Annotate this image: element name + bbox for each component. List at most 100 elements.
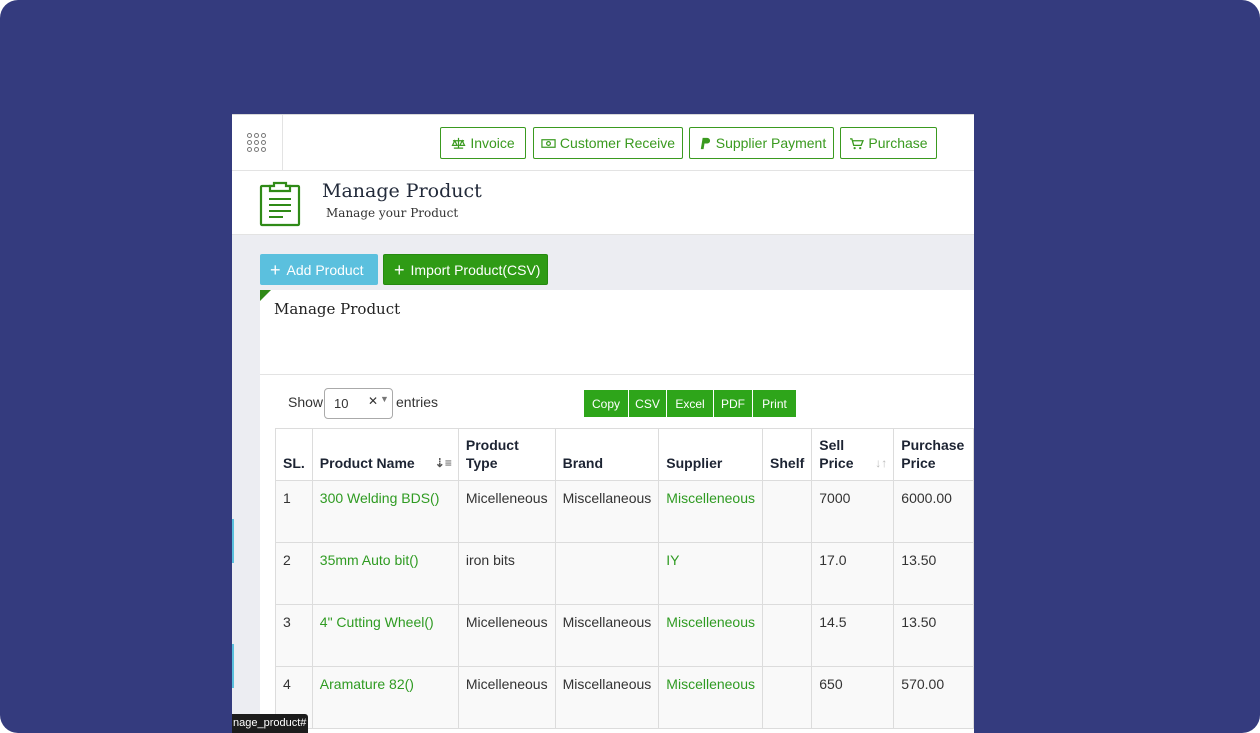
top-navbar: Invoice Customer Receive Supplier Paymen… bbox=[232, 114, 974, 171]
cell-shelf bbox=[762, 480, 813, 543]
col-product-type-label-2: Type bbox=[465, 455, 498, 471]
cell-brand: Miscellaneous bbox=[554, 666, 660, 729]
cell-purchase-price: 6000.00 bbox=[893, 480, 974, 543]
entries-label: entries bbox=[396, 394, 439, 410]
paypal-icon bbox=[700, 137, 710, 149]
col-product-name[interactable]: Product Name ⇣≡ bbox=[311, 428, 459, 481]
cell-shelf bbox=[762, 542, 813, 605]
cart-icon bbox=[850, 137, 865, 149]
table-row: 1 300 Welding BDS() Micelleneous Miscell… bbox=[275, 480, 974, 543]
sort-asc-icon: ⇣≡ bbox=[434, 456, 452, 470]
plus-icon: + bbox=[270, 259, 281, 280]
money-bill-icon bbox=[541, 138, 556, 148]
table-row: 2 35mm Auto bit() iron bits IY 17.0 13.5… bbox=[275, 542, 974, 605]
entries-value: 10 bbox=[334, 396, 349, 411]
manage-product-panel: Manage Product Show 10 ✕ ▼ entries Copy … bbox=[260, 290, 974, 733]
grid-dots-icon bbox=[247, 133, 266, 152]
cell-product-name-link[interactable]: 35mm Auto bit() bbox=[311, 542, 459, 605]
table-row: 3 4" Cutting Wheel() Micelleneous Miscel… bbox=[275, 604, 974, 667]
show-label: Show bbox=[288, 394, 324, 410]
cell-product-type: Micelleneous bbox=[457, 666, 556, 729]
cell-purchase-price: 13.50 bbox=[893, 604, 974, 667]
col-sell-price-label-2: Price bbox=[819, 455, 854, 471]
col-sell-price[interactable]: Sell Price ↓↑ bbox=[811, 428, 895, 481]
cell-supplier-link[interactable]: Miscelleneous bbox=[658, 480, 764, 543]
purchase-label: Purchase bbox=[868, 135, 928, 151]
col-supplier[interactable]: Supplier bbox=[658, 428, 764, 481]
apps-menu-button[interactable] bbox=[232, 115, 283, 171]
pdf-button[interactable]: PDF bbox=[714, 390, 753, 417]
import-product-button[interactable]: + Import Product(CSV) bbox=[383, 254, 548, 285]
cell-sell-price: 650 bbox=[811, 666, 895, 729]
chevron-down-icon: ▼ bbox=[380, 394, 389, 404]
col-product-name-label: Product Name bbox=[319, 455, 415, 471]
cell-supplier-link[interactable]: IY bbox=[658, 542, 764, 605]
table-row: 4 Aramature 82() Micelleneous Miscellane… bbox=[275, 666, 974, 729]
cell-purchase-price: 570.00 bbox=[893, 666, 974, 729]
import-product-label: Import Product(CSV) bbox=[410, 261, 541, 278]
background-frame: Invoice Customer Receive Supplier Paymen… bbox=[0, 0, 1260, 733]
col-purchase-price-label-2: Price bbox=[901, 455, 936, 471]
entries-select[interactable]: 10 ✕ ▼ bbox=[324, 388, 393, 419]
page-header: Manage Product Manage your Product bbox=[232, 171, 974, 235]
copy-button[interactable]: Copy bbox=[584, 390, 629, 417]
cell-product-type: iron bits bbox=[457, 542, 556, 605]
cell-product-type: Micelleneous bbox=[457, 604, 556, 667]
print-button[interactable]: Print bbox=[753, 390, 796, 417]
clear-icon[interactable]: ✕ bbox=[368, 394, 378, 408]
purchase-button[interactable]: Purchase bbox=[840, 127, 937, 159]
col-shelf[interactable]: Shelf bbox=[762, 428, 813, 481]
invoice-button[interactable]: Invoice bbox=[440, 127, 526, 159]
page-title: Manage Product bbox=[322, 180, 482, 202]
excel-button[interactable]: Excel bbox=[667, 390, 714, 417]
table-header-row: SL. Product Name ⇣≡ Product Type Brand Sup… bbox=[275, 428, 974, 481]
cell-brand bbox=[554, 542, 660, 605]
cell-product-type: Micelleneous bbox=[457, 480, 556, 543]
customer-receive-label: Customer Receive bbox=[559, 135, 676, 151]
cell-sell-price: 17.0 bbox=[811, 542, 895, 605]
csv-button[interactable]: CSV bbox=[629, 390, 667, 417]
supplier-payment-label: Supplier Payment bbox=[715, 135, 827, 151]
cell-supplier-link[interactable]: Miscelleneous bbox=[658, 604, 764, 667]
customer-receive-button[interactable]: Customer Receive bbox=[533, 127, 683, 159]
col-purchase-price[interactable]: Purchase Price bbox=[893, 428, 974, 481]
supplier-payment-button[interactable]: Supplier Payment bbox=[689, 127, 834, 159]
invoice-label: Invoice bbox=[470, 135, 515, 151]
cell-purchase-price: 13.50 bbox=[893, 542, 974, 605]
app-window: Invoice Customer Receive Supplier Paymen… bbox=[232, 114, 974, 733]
status-bar-url: nage_product# bbox=[232, 714, 308, 733]
panel-divider bbox=[260, 374, 974, 375]
cell-sl: 1 bbox=[275, 480, 313, 543]
col-product-type-label-1: Product bbox=[465, 437, 519, 453]
product-table: SL. Product Name ⇣≡ Product Type Brand Sup… bbox=[275, 428, 974, 729]
plus-icon: + bbox=[394, 259, 405, 280]
export-buttons: Copy CSV Excel PDF Print bbox=[584, 390, 796, 417]
left-edge-accent bbox=[232, 519, 234, 563]
add-product-label: Add Product bbox=[286, 261, 364, 278]
cell-product-name-link[interactable]: 4" Cutting Wheel() bbox=[311, 604, 459, 667]
col-sl[interactable]: SL. bbox=[275, 428, 313, 481]
sort-both-icon: ↓↑ bbox=[875, 456, 888, 470]
clipboard-icon bbox=[259, 181, 301, 227]
cell-product-name-link[interactable]: Aramature 82() bbox=[311, 666, 459, 729]
balance-scale-icon bbox=[451, 137, 466, 149]
cell-sl: 3 bbox=[275, 604, 313, 667]
cell-sell-price: 14.5 bbox=[811, 604, 895, 667]
page-subtitle: Manage your Product bbox=[326, 206, 459, 220]
cell-sell-price: 7000 bbox=[811, 480, 895, 543]
cell-sl: 2 bbox=[275, 542, 313, 605]
panel-corner-marker bbox=[260, 290, 271, 301]
cell-shelf bbox=[762, 666, 813, 729]
panel-title: Manage Product bbox=[274, 300, 401, 318]
col-product-type[interactable]: Product Type bbox=[457, 428, 556, 481]
cell-brand: Miscellaneous bbox=[554, 480, 660, 543]
add-product-button[interactable]: + Add Product bbox=[260, 254, 378, 285]
col-brand[interactable]: Brand bbox=[554, 428, 660, 481]
left-edge-accent bbox=[232, 644, 234, 688]
cell-product-name-link[interactable]: 300 Welding BDS() bbox=[311, 480, 459, 543]
cell-shelf bbox=[762, 604, 813, 667]
col-purchase-price-label-1: Purchase bbox=[901, 437, 965, 453]
cell-supplier-link[interactable]: Miscelleneous bbox=[658, 666, 764, 729]
cell-brand: Miscellaneous bbox=[554, 604, 660, 667]
col-sell-price-label-1: Sell bbox=[819, 437, 845, 453]
